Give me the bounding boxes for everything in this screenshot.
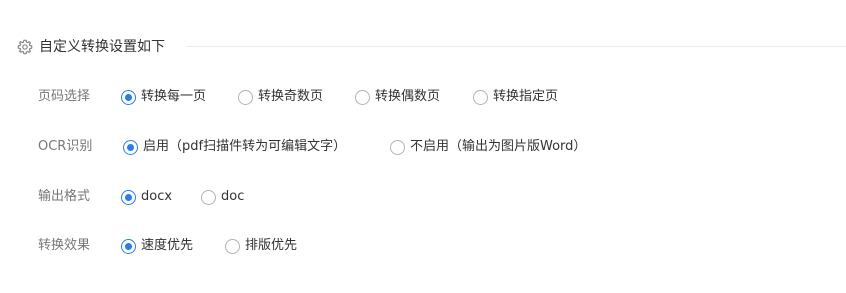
radio-checked-icon[interactable] [121, 89, 136, 105]
option-convert-even-pages[interactable]: 转换偶数页 [355, 87, 440, 107]
output-format-row: 输出格式 docx doc [38, 187, 244, 207]
radio-unchecked-icon[interactable] [390, 139, 405, 155]
radio-unchecked-icon[interactable] [201, 189, 216, 205]
option-format-docx[interactable]: docx [121, 187, 172, 207]
output-format-label: 输出格式 [38, 189, 91, 204]
settings-header: 自定义转换设置如下 [17, 36, 165, 58]
radio-unchecked-icon[interactable] [355, 89, 370, 105]
conversion-effect-row: 转换效果 速度优先 排版优先 [38, 236, 297, 256]
radio-checked-icon[interactable] [123, 139, 138, 155]
option-ocr-enable[interactable]: 启用（pdf扫描件转为可编辑文字） [123, 137, 346, 157]
radio-unchecked-icon[interactable] [473, 89, 488, 105]
option-speed-first[interactable]: 速度优先 [121, 236, 193, 256]
page-selection-label: 页码选择 [38, 89, 91, 104]
header-divider [186, 46, 846, 47]
settings-title: 自定义转换设置如下 [39, 39, 165, 55]
radio-checked-icon[interactable] [121, 238, 136, 254]
conversion-settings-panel: 自定义转换设置如下 页码选择 转换每一页 转换奇数页 转换偶数页 转换指定页 O… [0, 0, 846, 293]
option-convert-specified-pages[interactable]: 转换指定页 [473, 87, 558, 107]
radio-checked-icon[interactable] [121, 189, 136, 205]
page-selection-row: 页码选择 转换每一页 转换奇数页 转换偶数页 转换指定页 [38, 87, 558, 107]
ocr-row: OCR识别 启用（pdf扫描件转为可编辑文字） 不启用（输出为图片版Word） [38, 137, 586, 157]
radio-unchecked-icon[interactable] [225, 238, 240, 254]
conversion-effect-label: 转换效果 [38, 238, 91, 253]
radio-unchecked-icon[interactable] [238, 89, 253, 105]
option-layout-first[interactable]: 排版优先 [225, 236, 297, 256]
option-convert-every-page[interactable]: 转换每一页 [121, 87, 206, 107]
ocr-label: OCR识别 [38, 139, 93, 154]
option-ocr-disable[interactable]: 不启用（输出为图片版Word） [390, 137, 586, 157]
option-convert-odd-pages[interactable]: 转换奇数页 [238, 87, 323, 107]
option-format-doc[interactable]: doc [201, 187, 244, 207]
gear-icon [17, 39, 33, 55]
